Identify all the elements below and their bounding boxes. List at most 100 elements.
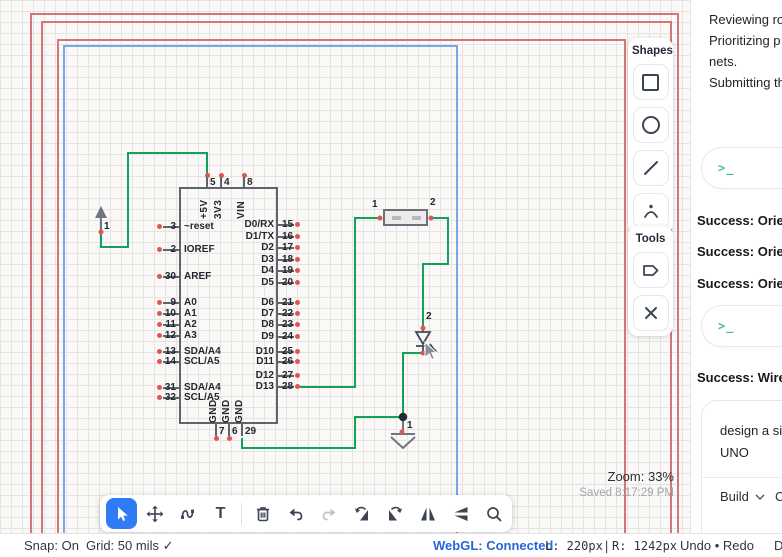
- success-message: Success: Orien: [697, 213, 782, 228]
- pin-name: GND: [234, 399, 245, 423]
- pin-stub: [243, 177, 245, 188]
- terminal-command-pill[interactable]: >_: [701, 147, 782, 189]
- power-pin-label: 1: [104, 221, 110, 232]
- shapes-panel: Shapes: [628, 38, 673, 234]
- left-panel-width: L: 220px: [545, 539, 603, 553]
- right-panel-width: R: 1242px: [612, 539, 678, 553]
- pin-name: GND: [208, 399, 219, 423]
- card-overflow-text: C: [775, 489, 782, 504]
- redo-button[interactable]: [313, 498, 344, 529]
- panel-separator: |: [603, 539, 611, 553]
- undo-redo-links[interactable]: Undo • Redo: [680, 538, 754, 553]
- flip-horizontal-button[interactable]: [412, 498, 443, 529]
- success-message: Success: Orien: [697, 244, 782, 259]
- x-icon: [644, 307, 657, 319]
- flip-horizontal-icon: [420, 507, 435, 520]
- statusbar-overflow-text: D: [774, 538, 782, 553]
- pin-number: 29: [245, 426, 257, 437]
- trash-icon: [256, 506, 269, 521]
- rotate-left-button[interactable]: [346, 498, 377, 529]
- pin-number: 7: [219, 426, 225, 437]
- tools-panel: Tools: [628, 226, 673, 336]
- chip-pin-row[interactable]: D4 19: [0, 265, 690, 277]
- chip-pin-row[interactable]: D11 26: [0, 356, 690, 368]
- delete-button[interactable]: [247, 498, 278, 529]
- net-label-button[interactable]: [632, 252, 669, 288]
- zoom-status: Zoom: 33% Saved 8:17:29 PM: [579, 469, 674, 499]
- chip-pin-row[interactable]: 32 SCL/A5: [0, 392, 690, 404]
- success-message: Success: Orien: [697, 276, 782, 291]
- terminal-prompt-icon: >_: [718, 161, 735, 175]
- build-dropdown-button[interactable]: Build: [720, 489, 765, 504]
- led-pin-label: 2: [426, 311, 432, 322]
- wire-junction-dot[interactable]: [398, 412, 408, 422]
- flip-vertical-button[interactable]: [445, 498, 476, 529]
- canvas-toolbar: T: [100, 495, 512, 532]
- zoom-level-label: Zoom: 33%: [607, 469, 674, 484]
- build-label: Build: [720, 489, 749, 504]
- tools-panel-title: Tools: [635, 233, 666, 245]
- log-line: Prioritizing p: [709, 33, 781, 48]
- chip-pin-row[interactable]: D2 17: [0, 242, 690, 254]
- cursor-arrow-icon: [117, 506, 128, 521]
- search-button[interactable]: [478, 498, 509, 529]
- wire-tool-button[interactable]: [172, 498, 203, 529]
- redo-icon: [322, 508, 335, 520]
- select-tool-button[interactable]: [106, 498, 137, 529]
- grid-status[interactable]: Grid: 50 mils ✓: [86, 538, 173, 554]
- chip-pin-row[interactable]: D9 24: [0, 331, 690, 343]
- status-bar: Snap: On Grid: 50 mils ✓ WebGL: Connecte…: [0, 533, 782, 557]
- resistor-pin2-label: 2: [430, 197, 436, 208]
- text-tool-icon: T: [215, 504, 226, 522]
- pin-number: 4: [224, 177, 230, 188]
- assistant-sidebar: Reviewing ro Prioritizing p nets. Submit…: [690, 0, 782, 533]
- rotate-right-button[interactable]: [379, 498, 410, 529]
- pin-number: 6: [232, 426, 238, 437]
- rotate-right-icon: [388, 506, 402, 520]
- draw-arc-button[interactable]: [632, 193, 669, 229]
- pin-name: 3V3: [213, 199, 224, 219]
- card-divider: [702, 477, 782, 478]
- terminal-command-pill[interactable]: >_: [701, 305, 782, 347]
- pin-name: VIN: [236, 200, 247, 219]
- draw-line-button[interactable]: [632, 150, 669, 186]
- prompt-text-line1: design a sim: [720, 423, 782, 438]
- search-icon: [486, 506, 501, 521]
- delete-tool-button[interactable]: [632, 295, 669, 331]
- log-line: Submitting th: [709, 75, 782, 90]
- ground-pin-label: 1: [407, 420, 413, 431]
- draw-rectangle-button[interactable]: [632, 64, 669, 100]
- chip-pin-row[interactable]: D13 28: [0, 381, 690, 393]
- pin-stub: [206, 177, 208, 188]
- move-icon: [146, 505, 163, 522]
- saved-timestamp-label: Saved 8:17:29 PM: [579, 487, 674, 499]
- arc-icon: [643, 204, 658, 218]
- shapes-panel-title: Shapes: [632, 45, 673, 57]
- undo-icon: [289, 508, 302, 520]
- prompt-text-line2: UNO: [720, 445, 749, 460]
- flip-vertical-icon: [454, 506, 467, 521]
- pin-number: 5: [210, 177, 216, 188]
- text-tool-button[interactable]: T: [205, 498, 236, 529]
- move-tool-button[interactable]: [139, 498, 170, 529]
- terminal-prompt-icon: >_: [718, 319, 735, 333]
- rectangle-icon: [642, 73, 659, 91]
- chip-pin-row[interactable]: D5 20: [0, 277, 690, 289]
- rotate-left-icon: [354, 506, 368, 520]
- resistor-pin1-label: 1: [372, 199, 378, 210]
- pin-name: +5V: [199, 199, 210, 219]
- pin-stub: [220, 177, 222, 188]
- prompt-card: design a sim UNO Build C: [701, 400, 782, 533]
- webgl-status: WebGL: Connected: [433, 538, 554, 553]
- chevron-down-icon: [755, 494, 765, 500]
- snap-status[interactable]: Snap: On: [24, 538, 79, 553]
- wire-icon: [180, 509, 194, 519]
- draw-circle-button[interactable]: [632, 107, 669, 143]
- undo-button[interactable]: [280, 498, 311, 529]
- circle-icon: [641, 116, 660, 134]
- success-message: Success: Wire: [697, 370, 782, 385]
- schematic-canvas[interactable]: 1 1 2 2 1 5 +5V 4 3V3 8 VIN 3 ~reset 2 IOR…: [0, 0, 690, 557]
- log-line: nets.: [709, 54, 738, 69]
- pin-name: GND: [221, 399, 232, 423]
- chip-pin-row[interactable]: D8 23: [0, 319, 690, 331]
